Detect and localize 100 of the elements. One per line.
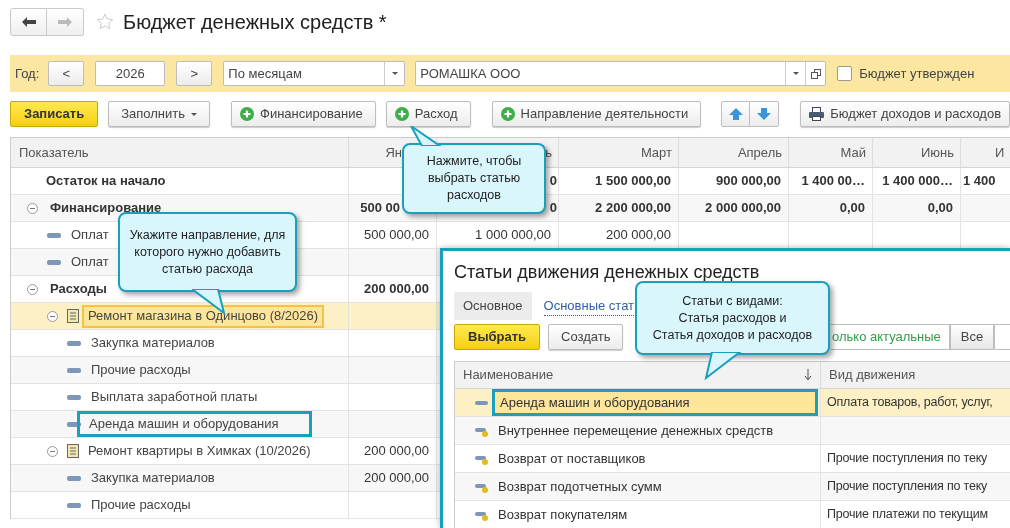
table-cell-text: Прочие поступления по теку [826,478,989,496]
select-button[interactable]: Выбрать [454,324,541,350]
dropdown-caret-icon [792,72,799,75]
row-label: Аренда машин и оборудования [492,389,818,416]
year-field[interactable]: 2026 [95,61,166,86]
callout: Нажмите, чтобы выбрать статью расходов [402,143,546,214]
plus-icon [240,107,255,121]
up-arrow-icon [728,108,743,120]
row-label: Оплат [71,226,109,245]
row-label: Ремонт магазина в Одинцово (8/2026) [82,304,325,328]
column-header[interactable]: Показатель [11,138,349,167]
item-icon [47,232,61,238]
approved-checkbox[interactable] [837,66,853,81]
back-button[interactable] [10,7,47,36]
document-icon [66,308,80,324]
row-label: Прочие расходы [91,496,191,515]
item-icon [67,421,81,427]
dropdown-caret-icon [391,72,398,75]
year-label: Год: [15,64,40,83]
table-cell: 1 400 [961,168,1010,194]
add-button[interactable]: Расход [385,101,471,127]
table-cell: 0,00 [873,195,961,221]
row-label: Закупка материалов [91,469,215,488]
popup-title: Статьи движения денежных средств [454,261,761,284]
filter-toggle[interactable]: олько актуальные [831,324,950,350]
row-label: Расходы [50,280,107,299]
plus-icon [500,107,515,121]
forward-arrow-icon [58,16,72,27]
table-row[interactable]: Внутреннее перемещение денежных средств [455,417,1010,445]
fill-menu-button[interactable]: Заполнить [108,101,211,127]
save-button[interactable]: Записать [10,101,99,127]
callout-pointer [704,352,742,380]
table-row[interactable]: Возврат от поставщиков Прочие поступления по теку [455,445,1010,473]
row-label: Закупка материалов [91,334,215,353]
row-label: Остаток на начало [46,172,166,191]
tab[interactable]: Основные стат [543,292,635,320]
column-header[interactable]: Вид движения [821,362,1010,388]
table-row[interactable]: Возврат покупателям Прочие платежи по текущим [455,501,1010,528]
table-cell: 1 400 000… [873,168,961,194]
row-label: Возврат подотчетных сумм [498,477,662,496]
move-up-button[interactable] [721,101,751,127]
table-cell: 1 400 00… [789,168,873,194]
table-cell: 900 000,00 [679,168,789,194]
row-label: Выплата заработной платы [91,388,258,407]
window-title: Бюджет денежных средств * [123,9,387,35]
table-cell: 2 000 000,00 [679,195,789,221]
column-header[interactable]: Май [789,138,873,167]
row-label: Оплат [71,253,109,272]
print-button[interactable]: Бюджет доходов и расходов [800,101,1010,127]
star-icon [96,13,114,30]
down-arrow-icon [757,108,772,120]
printer-icon [809,107,825,121]
table-row[interactable]: Аренда машин и оборудования Оплата товаров, работ, услуг, [455,389,1010,417]
tab[interactable]: Основное [454,292,532,320]
back-arrow-icon [21,16,36,27]
table-cell: 0,00 [789,195,873,221]
table-cell-text: Оплата товаров, работ, услуг, [826,394,994,412]
row-label: Возврат от поставщиков [498,449,646,468]
item-icon [67,475,81,481]
sort-arrow-icon [804,369,812,381]
table-cell-text: Прочие поступления по теку [826,450,989,468]
column-header[interactable]: Апрель [679,138,789,167]
row-label: Прочие расходы [91,361,191,380]
item-icon [47,259,61,265]
table-cell: 200 000,00 [349,276,437,302]
table-row[interactable]: Возврат подотчетных сумм Прочие поступления по теку [455,473,1010,501]
filter-toggle[interactable]: Все [949,324,995,350]
item-icon [67,394,81,400]
add-button[interactable]: Направление деятельности [491,101,702,127]
document-icon [66,443,80,459]
row-label: Внутреннее перемещение денежных средств [498,421,774,440]
plus-icon [394,107,409,121]
callout: Укажите направление, для которого нужно добавить статью расхода [118,212,297,292]
table-cell-text: Прочие платежи по текущим [826,506,989,524]
item-icon [67,367,81,373]
table-cell: 2 200 000,00 [559,195,679,221]
approved-label: Бюджет утвержден [859,64,975,83]
move-down-button[interactable] [750,101,780,127]
callout-pointer [410,126,442,146]
row-label: Аренда машин и оборудования [77,411,312,437]
column-header[interactable]: И [961,138,1010,167]
table-cell: 1 500 000,00 [559,168,679,194]
item-icon [67,340,81,346]
create-button[interactable]: Создать [548,324,624,350]
item-icon [67,502,81,508]
add-button[interactable]: Финансирование [231,101,376,127]
row-label: Ремонт квартиры в Химках (10/2026) [88,442,311,461]
previous-year-button[interactable]: < [48,61,85,86]
table-cell: 500 000,00 [349,222,437,248]
table-cell: 200 000,00 [349,438,437,464]
table-cell: 200 000,00 [349,465,437,491]
next-year-button[interactable]: > [176,61,213,86]
row-label: Возврат покупателям [498,505,628,524]
column-header[interactable]: Март [559,138,679,167]
organization-field[interactable]: РОМАШКА ООО [415,61,827,86]
open-icon [810,68,821,79]
period-dropdown[interactable]: По месяцам [223,61,406,86]
search-field[interactable] [994,324,1010,350]
column-header[interactable]: Июнь [873,138,961,167]
caret-icon [191,112,198,116]
